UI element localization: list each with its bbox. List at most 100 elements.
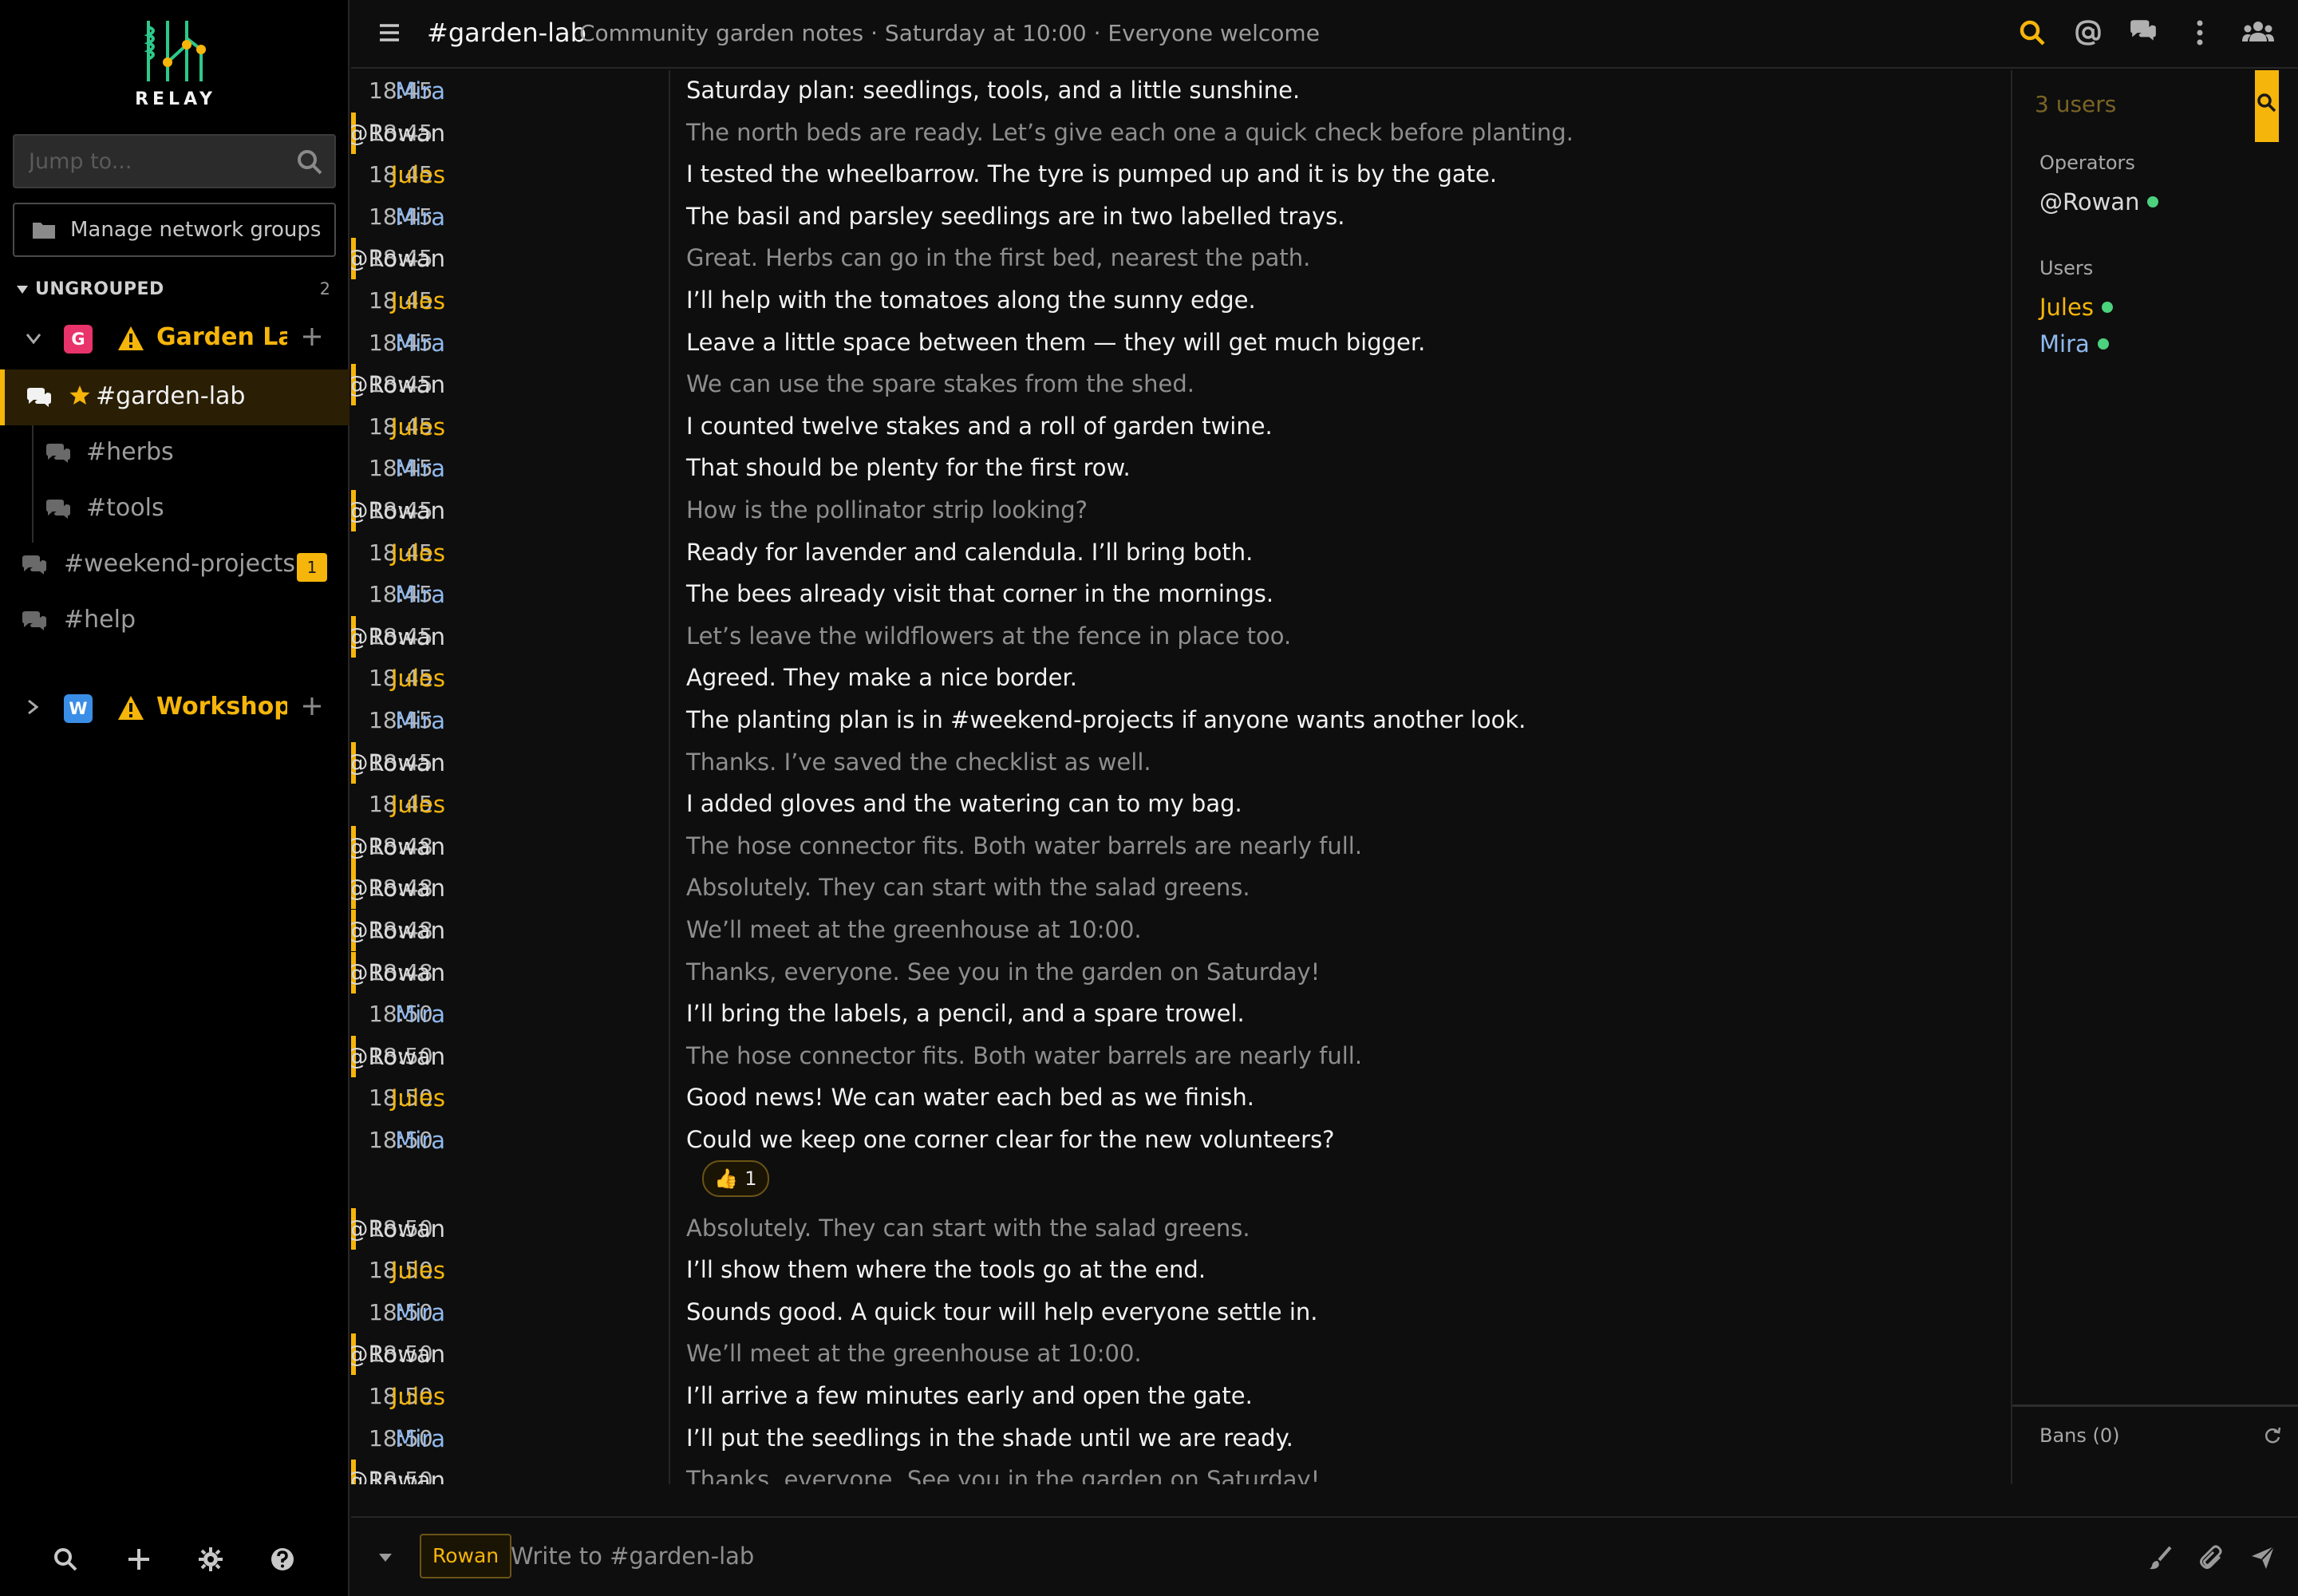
search-icon[interactable] <box>2019 19 2046 46</box>
message-row[interactable]: 18:50 Mira I’ll bring the labels, a pencil… <box>351 994 2011 1035</box>
bans-section[interactable]: Bans (0) <box>2012 1404 2298 1465</box>
message-nick[interactable]: Mira <box>395 581 445 608</box>
nick-button[interactable]: Rowan <box>420 1534 512 1578</box>
add-channel-icon[interactable] <box>302 326 322 347</box>
message-nick[interactable]: @Rowan <box>351 1043 445 1070</box>
mention-icon[interactable] <box>2075 19 2102 46</box>
message-nick[interactable]: Mira <box>395 1127 445 1154</box>
attach-icon[interactable] <box>2199 1545 2225 1570</box>
message-nick[interactable]: Mira <box>395 1425 445 1452</box>
channel-weekend-projects[interactable]: #weekend-projects 1 <box>0 537 349 593</box>
message-nick[interactable]: Mira <box>395 1001 445 1028</box>
star-icon[interactable] <box>69 384 91 406</box>
message-nick[interactable]: Mira <box>395 455 445 482</box>
message-nick[interactable]: Mira <box>395 1299 445 1326</box>
message-row[interactable]: 18:50 Jules I’ll show them where the tools… <box>351 1250 2011 1291</box>
message-nick[interactable]: Mira <box>395 203 445 231</box>
message-row[interactable]: 18:45 @Rowan Thanks. I’ve saved the checkl… <box>351 741 2011 784</box>
chat-icon[interactable] <box>2129 19 2158 43</box>
message-list[interactable]: 18:45 Mira Saturday plan: seedlings, tools… <box>351 70 2011 1484</box>
message-row[interactable]: 18:45 @Rowan Let’s leave the wildflowers a… <box>351 615 2011 658</box>
chevron-down-icon[interactable] <box>26 333 41 344</box>
users-icon[interactable] <box>2242 19 2274 45</box>
message-row[interactable]: 18:45 Jules Ready for lavender and calendu… <box>351 532 2011 574</box>
channel-herbs[interactable]: #herbs <box>0 425 349 481</box>
message-nick[interactable]: Jules <box>391 665 445 692</box>
reaction-button[interactable]: 👍 1 <box>702 1160 769 1197</box>
message-row[interactable]: 18:50 Jules Good news! We can water each b… <box>351 1077 2011 1119</box>
message-nick[interactable]: Jules <box>391 287 445 314</box>
format-icon[interactable] <box>2148 1545 2174 1570</box>
help-icon[interactable] <box>270 1547 295 1572</box>
message-nick[interactable]: Jules <box>391 1383 445 1410</box>
manage-network-groups-button[interactable]: Manage network groups <box>13 203 336 257</box>
message-nick[interactable]: @Rowan <box>351 623 445 650</box>
message-nick[interactable]: Mira <box>395 77 445 105</box>
message-row[interactable]: 18:45 Jules I’ll help with the tomatoes al… <box>351 280 2011 322</box>
add-channel-icon[interactable] <box>302 696 322 717</box>
message-row[interactable]: 18:48 @Rowan The hose connector fits. Both… <box>351 825 2011 867</box>
jump-to-input[interactable] <box>14 136 286 187</box>
message-row[interactable]: 18:50 @Rowan The hose connector fits. Both… <box>351 1035 2011 1077</box>
message-row[interactable]: 18:45 Mira The planting plan is in #weeken… <box>351 700 2011 741</box>
message-row[interactable]: 18:45 Jules I tested the wheelbarrow. The … <box>351 154 2011 196</box>
message-row[interactable]: 18:50 @Rowan Thanks, everyone. See you in … <box>351 1460 2011 1484</box>
jump-to-field[interactable] <box>13 134 336 188</box>
message-nick[interactable]: @Rowan <box>351 245 445 272</box>
message-nick[interactable]: @Rowan <box>351 497 445 524</box>
message-row[interactable]: 18:45 Jules Agreed. They make a nice borde… <box>351 658 2011 699</box>
channel-garden-lab[interactable]: #garden-lab <box>0 369 349 425</box>
plus-icon[interactable] <box>126 1547 152 1572</box>
message-row[interactable]: 18:48 @Rowan We’ll meet at the greenhouse … <box>351 910 2011 951</box>
message-nick[interactable]: Mira <box>395 707 445 734</box>
message-nick[interactable]: @Rowan <box>351 959 445 986</box>
message-nick[interactable]: Mira <box>395 330 445 357</box>
channel-help[interactable]: #help <box>0 593 349 649</box>
message-nick[interactable]: @Rowan <box>351 1341 445 1368</box>
message-row[interactable]: 18:45 Mira Saturday plan: seedlings, tools… <box>351 70 2011 112</box>
message-row[interactable]: 18:45 @Rowan Great. Herbs can go in the fi… <box>351 238 2011 280</box>
message-nick[interactable]: @Rowan <box>351 833 445 860</box>
message-row[interactable]: 18:45 Mira The basil and parsley seedlings… <box>351 196 2011 238</box>
message-nick[interactable]: Jules <box>391 161 445 188</box>
menu-icon[interactable] <box>378 22 401 43</box>
message-nick[interactable]: Jules <box>391 1084 445 1112</box>
caret-down-icon[interactable] <box>378 1553 393 1562</box>
message-row[interactable]: 18:45 @Rowan The north beds are ready. Let… <box>351 112 2011 154</box>
message-nick[interactable]: @Rowan <box>351 917 445 944</box>
message-row[interactable]: 18:45 Jules I added gloves and the waterin… <box>351 784 2011 825</box>
message-row[interactable]: 18:45 @Rowan We can use the spare stakes f… <box>351 364 2011 406</box>
user-rowan[interactable]: @Rowan <box>2039 188 2159 215</box>
refresh-icon[interactable] <box>2263 1426 2282 1445</box>
message-nick[interactable]: Jules <box>391 539 445 567</box>
message-nick[interactable]: @Rowan <box>351 1467 445 1484</box>
send-icon[interactable] <box>2250 1545 2276 1570</box>
message-nick[interactable]: Jules <box>391 791 445 818</box>
message-nick[interactable]: @Rowan <box>351 1215 445 1242</box>
user-jules[interactable]: Jules <box>2039 294 2113 321</box>
message-input[interactable] <box>511 1535 2027 1577</box>
message-row[interactable]: 18:50 Mira Sounds good. A quick tour will … <box>351 1292 2011 1333</box>
message-row[interactable]: 18:48 @Rowan Thanks, everyone. See you in … <box>351 951 2011 994</box>
message-row[interactable]: 18:50 @Rowan We’ll meet at the greenhouse … <box>351 1333 2011 1376</box>
message-row[interactable]: 18:50 Mira I’ll put the seedlings in the s… <box>351 1418 2011 1460</box>
more-icon[interactable] <box>2196 19 2204 46</box>
message-row[interactable]: 18:45 Mira That should be plenty for the f… <box>351 448 2011 489</box>
message-row[interactable]: 18:45 Jules I counted twelve stakes and a … <box>351 406 2011 448</box>
message-row[interactable]: 18:50 Mira Could we keep one corner clear … <box>351 1120 2011 1161</box>
user-search[interactable]: 3 users <box>2012 70 2298 142</box>
gear-icon[interactable] <box>198 1547 223 1572</box>
user-search-button[interactable] <box>2255 70 2279 142</box>
search-icon[interactable] <box>296 148 323 176</box>
message-row[interactable]: 18:45 Mira Leave a little space between th… <box>351 322 2011 364</box>
message-row[interactable]: 18:45 @Rowan How is the pollinator strip l… <box>351 490 2011 531</box>
message-nick[interactable]: @Rowan <box>351 371 445 398</box>
message-nick[interactable]: @Rowan <box>351 749 445 776</box>
channel-tools[interactable]: #tools <box>0 481 349 537</box>
message-nick[interactable]: Jules <box>391 413 445 440</box>
message-nick[interactable]: @Rowan <box>351 120 445 147</box>
message-nick[interactable]: Jules <box>391 1257 445 1284</box>
network-garden-lab[interactable]: G Garden Lab <box>0 314 349 366</box>
group-header-ungrouped[interactable]: UNGROUPED 2 <box>16 279 335 303</box>
message-nick[interactable]: @Rowan <box>351 875 445 902</box>
